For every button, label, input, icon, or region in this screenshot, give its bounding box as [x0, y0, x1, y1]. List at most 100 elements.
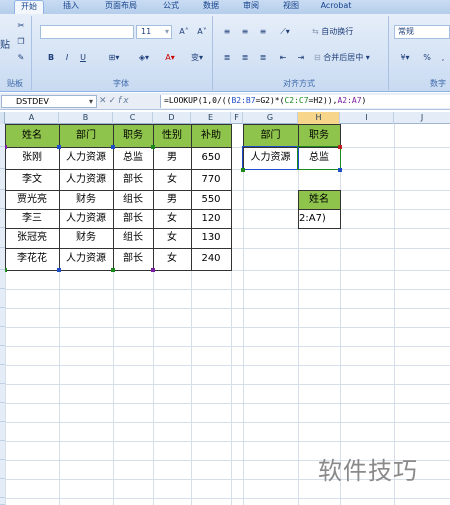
result-header[interactable]: 姓名: [298, 190, 340, 209]
tab-home[interactable]: 开始: [14, 0, 44, 14]
tab-insert[interactable]: 插入: [56, 0, 86, 14]
underline-button[interactable]: U: [76, 52, 90, 64]
table-cell[interactable]: 张刚: [5, 147, 59, 169]
column-header-a[interactable]: A: [5, 112, 59, 124]
active-cell-editing[interactable]: 2:A7): [298, 209, 342, 228]
italic-button[interactable]: I: [60, 52, 74, 64]
insert-function-button[interactable]: fx: [118, 96, 131, 106]
column-header-g[interactable]: G: [243, 112, 298, 124]
shrink-font-icon[interactable]: A˅: [194, 26, 210, 38]
table-cell[interactable]: 130: [191, 228, 231, 248]
align-middle-icon[interactable]: ≡: [238, 26, 252, 38]
tab-data[interactable]: 数据: [196, 0, 226, 14]
row-header[interactable]: [0, 498, 5, 505]
column-header-h[interactable]: H: [298, 112, 340, 124]
name-box[interactable]: DSTDEV ▾: [1, 95, 97, 108]
table-cell[interactable]: 240: [191, 248, 231, 270]
row-header[interactable]: [0, 327, 5, 346]
align-top-icon[interactable]: ≡: [220, 26, 234, 38]
header-cell-dept[interactable]: 部门: [59, 124, 113, 147]
table-cell[interactable]: 李文: [5, 169, 59, 190]
format-painter-icon[interactable]: ✎: [14, 52, 28, 64]
orientation-icon[interactable]: ⟋▾: [276, 26, 294, 38]
tab-view[interactable]: 视图: [276, 0, 306, 14]
row-header[interactable]: [0, 479, 5, 498]
phonetic-icon[interactable]: 变▾: [186, 52, 208, 64]
range-handle[interactable]: [111, 268, 115, 272]
header-cell-gender[interactable]: 性别: [153, 124, 191, 147]
chevron-down-icon[interactable]: ▾: [89, 96, 93, 107]
align-right-icon[interactable]: ≣: [256, 52, 270, 64]
row-header[interactable]: [0, 422, 5, 441]
column-header-e[interactable]: E: [191, 112, 231, 124]
fill-color-icon[interactable]: ◈▾: [134, 52, 154, 64]
header-cell-subsidy[interactable]: 补助: [191, 124, 231, 147]
table-cell[interactable]: 贾光亮: [5, 190, 59, 209]
currency-icon[interactable]: ¥▾: [396, 52, 414, 64]
criteria-title-cell[interactable]: 总监: [298, 147, 340, 169]
table-cell[interactable]: 550: [191, 190, 231, 209]
number-format-select[interactable]: 常规: [394, 25, 450, 39]
column-header-b[interactable]: B: [59, 112, 113, 124]
range-handle[interactable]: [151, 145, 155, 149]
table-cell[interactable]: 120: [191, 209, 231, 228]
range-handle[interactable]: [57, 268, 61, 272]
tab-acrobat[interactable]: Acrobat: [314, 0, 358, 14]
row-header[interactable]: [0, 248, 5, 270]
copy-icon[interactable]: ❐: [14, 36, 28, 48]
grow-font-icon[interactable]: A˄: [176, 26, 192, 38]
row-header[interactable]: [0, 169, 5, 190]
wrap-text-button[interactable]: ⇆ 自动换行: [312, 26, 353, 38]
table-cell[interactable]: 女: [153, 228, 191, 248]
cancel-icon[interactable]: ✕: [99, 96, 109, 106]
table-cell[interactable]: 组长: [113, 190, 153, 209]
table-cell[interactable]: 人力资源: [59, 248, 113, 270]
table-cell[interactable]: 财务: [59, 190, 113, 209]
table-cell[interactable]: 770: [191, 169, 231, 190]
comma-style-icon[interactable]: ,: [436, 52, 450, 64]
table-cell[interactable]: 男: [153, 147, 191, 169]
table-cell[interactable]: 李花花: [5, 248, 59, 270]
range-handle[interactable]: [151, 268, 155, 272]
table-cell[interactable]: 李三: [5, 209, 59, 228]
tab-formulas[interactable]: 公式: [156, 0, 186, 14]
table-cell[interactable]: 人力资源: [59, 169, 113, 190]
table-cell[interactable]: 部长: [113, 169, 153, 190]
percent-button[interactable]: %: [420, 52, 434, 64]
merge-center-button[interactable]: ⊟ 合并后居中 ▾: [314, 52, 370, 64]
table-cell[interactable]: 女: [153, 209, 191, 228]
row-header[interactable]: [0, 346, 5, 365]
table-cell[interactable]: 财务: [59, 228, 113, 248]
column-header-j[interactable]: J: [394, 112, 450, 124]
table-cell[interactable]: 部长: [113, 209, 153, 228]
table-cell[interactable]: 650: [191, 147, 231, 169]
row-header[interactable]: [0, 228, 5, 248]
table-cell[interactable]: 人力资源: [59, 147, 113, 169]
row-header[interactable]: [0, 403, 5, 422]
borders-icon[interactable]: ⊞▾: [104, 52, 124, 64]
row-header[interactable]: [0, 460, 5, 479]
column-header-d[interactable]: D: [153, 112, 191, 124]
range-handle[interactable]: [57, 145, 61, 149]
table-cell[interactable]: 组长: [113, 228, 153, 248]
row-header[interactable]: [0, 147, 5, 169]
table-cell[interactable]: 男: [153, 190, 191, 209]
row-header[interactable]: [0, 289, 5, 308]
table-cell[interactable]: 人力资源: [59, 209, 113, 228]
font-name-select[interactable]: [40, 25, 134, 39]
cut-icon[interactable]: ✂: [14, 20, 28, 32]
range-handle[interactable]: [111, 145, 115, 149]
paste-button[interactable]: 贴: [0, 40, 12, 52]
decrease-indent-icon[interactable]: ⇤: [276, 52, 290, 64]
column-header-i[interactable]: I: [340, 112, 394, 124]
row-header[interactable]: [0, 190, 5, 209]
row-header[interactable]: [0, 441, 5, 460]
row-header[interactable]: [0, 308, 5, 327]
table-cell[interactable]: 女: [153, 169, 191, 190]
range-handle[interactable]: [338, 168, 342, 172]
row-header[interactable]: [0, 365, 5, 384]
table-cell[interactable]: 张冠亮: [5, 228, 59, 248]
align-left-icon[interactable]: ≣: [220, 52, 234, 64]
row-header[interactable]: [0, 384, 5, 403]
table-cell[interactable]: 女: [153, 248, 191, 270]
